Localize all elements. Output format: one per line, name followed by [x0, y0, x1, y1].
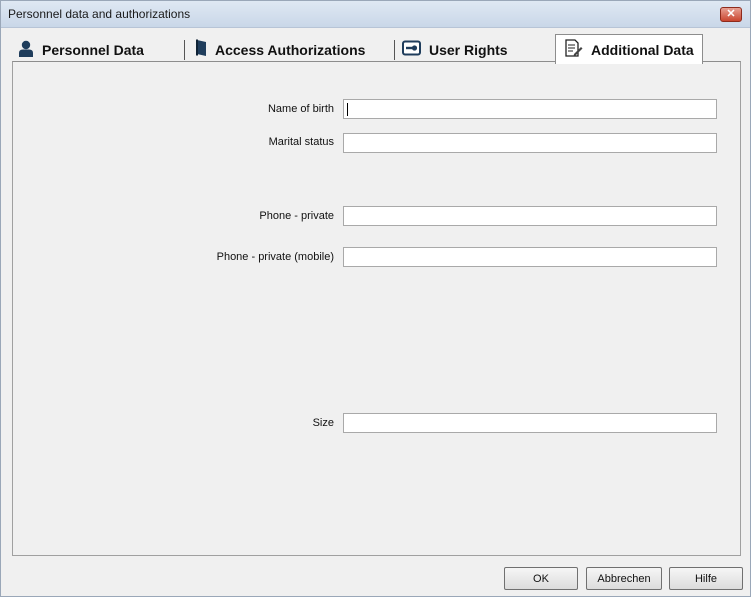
size-field[interactable]: [343, 413, 717, 433]
window-title: Personnel data and authorizations: [8, 7, 191, 21]
size-label: Size: [312, 417, 334, 429]
help-button[interactable]: Hilfe: [669, 567, 743, 590]
document-edit-icon: [564, 38, 583, 61]
key-card-icon: [402, 40, 421, 59]
ok-button[interactable]: OK: [504, 567, 578, 590]
phone-private-label: Phone - private: [259, 210, 334, 222]
close-button[interactable]: ✕: [720, 7, 742, 22]
person-icon: [18, 40, 34, 60]
tab-label: Additional Data: [591, 41, 694, 58]
tab-access-authorizations[interactable]: Access Authorizations: [196, 37, 365, 62]
phone-private-field[interactable]: [343, 206, 717, 226]
text-cursor: [347, 103, 348, 116]
tab-divider: [184, 40, 185, 60]
phone-private-mobile-field[interactable]: [343, 247, 717, 267]
tab-additional-data[interactable]: Additional Data: [555, 34, 703, 64]
tab-divider: [394, 40, 395, 60]
tab-strip: Personnel Data Access Authorizations Use…: [12, 34, 741, 64]
tab-personnel-data[interactable]: Personnel Data: [18, 37, 144, 62]
tab-label: Access Authorizations: [215, 41, 366, 58]
name-of-birth-field[interactable]: [343, 99, 717, 119]
marital-status-field[interactable]: [343, 133, 717, 153]
phone-private-mobile-label: Phone - private (mobile): [216, 251, 334, 263]
button-bar: OK Abbrechen Hilfe: [1, 558, 750, 596]
cancel-button[interactable]: Abbrechen: [586, 567, 662, 590]
tab-user-rights[interactable]: User Rights: [402, 37, 508, 62]
title-bar[interactable]: Personnel data and authorizations ✕: [1, 1, 750, 28]
name-of-birth-label: Name of birth: [267, 103, 334, 115]
close-icon: ✕: [726, 8, 736, 20]
marital-status-label: Marital status: [268, 136, 334, 148]
tab-label: Personnel Data: [42, 41, 144, 58]
door-icon: [196, 39, 207, 60]
tab-panel-additional-data: Name of birth Marital status Phone - pri…: [12, 61, 741, 556]
tab-label: User Rights: [429, 41, 508, 58]
dialog-window: Personnel data and authorizations ✕ Pers…: [0, 0, 751, 597]
